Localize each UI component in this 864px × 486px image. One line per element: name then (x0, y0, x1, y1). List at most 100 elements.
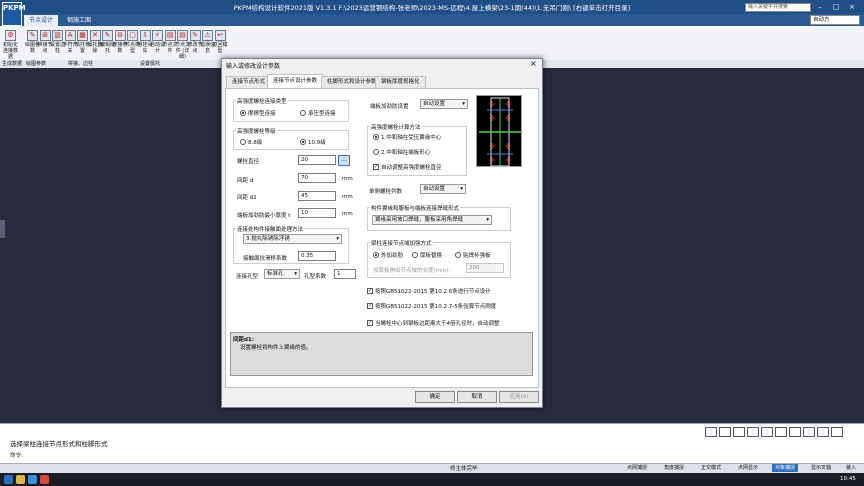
taskbar (0, 473, 864, 486)
radio-label: 10.9级 (308, 140, 326, 146)
auto-adjust-label: 自动调整高强度螺栓直径 (381, 165, 442, 171)
side-panel-handle[interactable] (0, 220, 5, 238)
bolt-diameter-input[interactable]: 20 (298, 155, 336, 165)
ok-button[interactable]: 确定 (415, 391, 455, 403)
group-title: 连接处构件接触面处理方法 (236, 225, 305, 233)
auto-adjust-checkbox[interactable]: ✓ (373, 164, 379, 170)
slip-coef-label: 接触面抗滑移系数 (243, 256, 288, 262)
surface-method-select[interactable]: 3.抛丸除锈除浮锈 (243, 234, 342, 244)
help-box (230, 332, 533, 376)
status-toggle-button[interactable]: 显示叉轴 (808, 464, 834, 472)
tab-node-form[interactable]: 连接节点形式 (226, 76, 272, 88)
minimize-icon[interactable]: – (814, 2, 826, 12)
bolt-diameter-label: 螺栓直径 (237, 159, 260, 165)
unit-label: mm (342, 176, 353, 182)
tab-bar (0, 14, 864, 26)
toolbar-icon[interactable] (719, 427, 731, 437)
radio-label: 摩擦型连接 (248, 111, 276, 117)
cancel-button[interactable]: 取消 (457, 391, 497, 403)
pkpm-icon[interactable] (28, 475, 37, 484)
check-edge-distance-checkbox[interactable]: ✓ (367, 320, 373, 326)
status-toggle-button[interactable]: 对象捕捉 (772, 464, 799, 472)
plate-length-input[interactable]: 200 (466, 263, 504, 273)
spacing-d1-label: 间距 d1 (237, 195, 257, 201)
radio-label: 厚板替换 (420, 253, 443, 259)
toolbar-icon[interactable] (733, 427, 745, 437)
search-input[interactable]: 输入关键字并搜索 (745, 3, 811, 12)
radio-bearing[interactable] (300, 110, 306, 116)
start-icon[interactable] (4, 475, 13, 484)
tab-plate-thickness[interactable]: 钢板厚度规格化 (375, 76, 426, 88)
group-title: 高强度螺栓计算方法 (370, 123, 422, 131)
ribbon-button-init[interactable]: ⚙ 初始化 连接数据 (2, 30, 19, 60)
status-toggle-button[interactable]: 装入 (843, 464, 859, 472)
tab-node-design[interactable]: 节点设计 (24, 15, 59, 26)
radio-grade-88[interactable] (240, 139, 246, 145)
radio-doubler-plate[interactable] (455, 252, 461, 258)
hole-coef-label: 孔型系数 (304, 274, 327, 280)
toolbar-icon[interactable] (705, 427, 717, 437)
radio-thick-plate[interactable] (412, 252, 418, 258)
maximize-icon[interactable]: □ (830, 2, 842, 12)
tab-steel-drawing[interactable]: 钢施工图 (62, 15, 96, 26)
help-text: 设置螺栓到构件上翼缘的值。 (240, 345, 312, 351)
radio-calc-1[interactable] (373, 134, 379, 140)
app-logo: PKPM (2, 2, 26, 26)
folder-icon[interactable] (16, 475, 25, 484)
status-toggle-button[interactable]: 点网捕捉 (624, 464, 650, 472)
tab-node-design-params[interactable]: 连接节点设计参数 (267, 74, 324, 88)
group-title: 高强度螺栓连接类型 (236, 97, 288, 105)
hole-type-label: 连接孔型 (236, 274, 259, 280)
weld-select[interactable]: 翼缘采用坡口焊缝，腹板采用角焊缝 (372, 215, 492, 225)
quick-toolbar (704, 425, 864, 449)
status-toggle-button[interactable]: 角度捕捉 (661, 464, 687, 472)
check-10-2-7-checkbox[interactable]: ✓ (367, 303, 373, 309)
stiffener-setting-select[interactable]: 自动设置 (420, 99, 468, 109)
radio-external-stiffener[interactable] (373, 252, 379, 258)
toolbar-icon[interactable] (831, 427, 843, 437)
toolbar-icon[interactable] (803, 427, 815, 437)
toolbar-icon[interactable] (817, 427, 829, 437)
slip-coef-input[interactable]: 0.35 (298, 251, 336, 261)
unit-label: mm (342, 194, 353, 200)
bolt-diameter-browse-button[interactable]: ... (338, 155, 350, 166)
check-label: 按照GB51022-2015 第10.2.6条进行节点设计 (375, 289, 491, 295)
help-title: 间距d1: (233, 337, 254, 343)
check-10-2-6-checkbox[interactable]: ✓ (367, 288, 373, 294)
apply-button[interactable]: 应用(A) (499, 391, 539, 403)
tab-column-base[interactable]: 柱脚形式和设计参数 (321, 76, 383, 88)
bolt-rows-select[interactable]: 自动设置 (420, 184, 466, 194)
hole-coef-input[interactable]: 1 (334, 269, 356, 279)
toolbar-icon[interactable] (747, 427, 759, 437)
group-title: 高强度螺栓等级 (236, 127, 277, 135)
radio-friction[interactable] (240, 110, 246, 116)
status-toggle-button[interactable]: 正交模式 (698, 464, 724, 472)
ribbon-button-return[interactable]: ↩ 返回模型 (212, 30, 229, 54)
spacing-d1-input[interactable]: 45 (298, 191, 336, 201)
check-label: 按照GB51022-2015 第10.2.7-5条验算节点刚度 (375, 304, 497, 310)
close-window-icon[interactable]: × (846, 2, 858, 12)
toolbar-icon[interactable] (761, 427, 773, 437)
toolbar-icon[interactable] (789, 427, 801, 437)
radio-label: 贴焊补强板 (463, 253, 491, 259)
stiffener-setting-label: 端板加劲肋设置 (370, 104, 409, 110)
dialog-close-icon[interactable]: × (530, 59, 537, 68)
group-label: 拼接、边柱 (68, 61, 94, 67)
hole-type-select[interactable]: 标准孔 (264, 269, 300, 279)
command-input-label: 命令: (10, 453, 23, 459)
spacing-d-input[interactable]: 70 (298, 173, 336, 183)
stiffener-min-input[interactable]: 10 (298, 208, 336, 218)
status-toggle-button[interactable]: 点网显示 (735, 464, 761, 472)
app-icon[interactable] (40, 475, 49, 484)
command-prompt: 选择梁柱连接节点形式和柱脚形式 (10, 440, 108, 448)
radio-calc-2[interactable] (373, 149, 379, 155)
stiffener-min-label: 端板加劲肋最小厚度 t (237, 213, 291, 219)
toolbar-icon[interactable] (775, 427, 787, 437)
mode-select[interactable]: 自动方 (810, 15, 860, 25)
app-title: PKPM结构设计软件2021版 V1.3.1 F:\2023运营钢结构-张老师\… (233, 4, 631, 12)
radio-grade-109[interactable] (300, 139, 306, 145)
radio-label: 1.中和轴在受压翼缘中心 (381, 135, 442, 141)
group-label: 绘图参数 (26, 61, 47, 67)
radio-label: 8.8级 (248, 140, 263, 146)
clock: 10:45 (840, 476, 856, 482)
